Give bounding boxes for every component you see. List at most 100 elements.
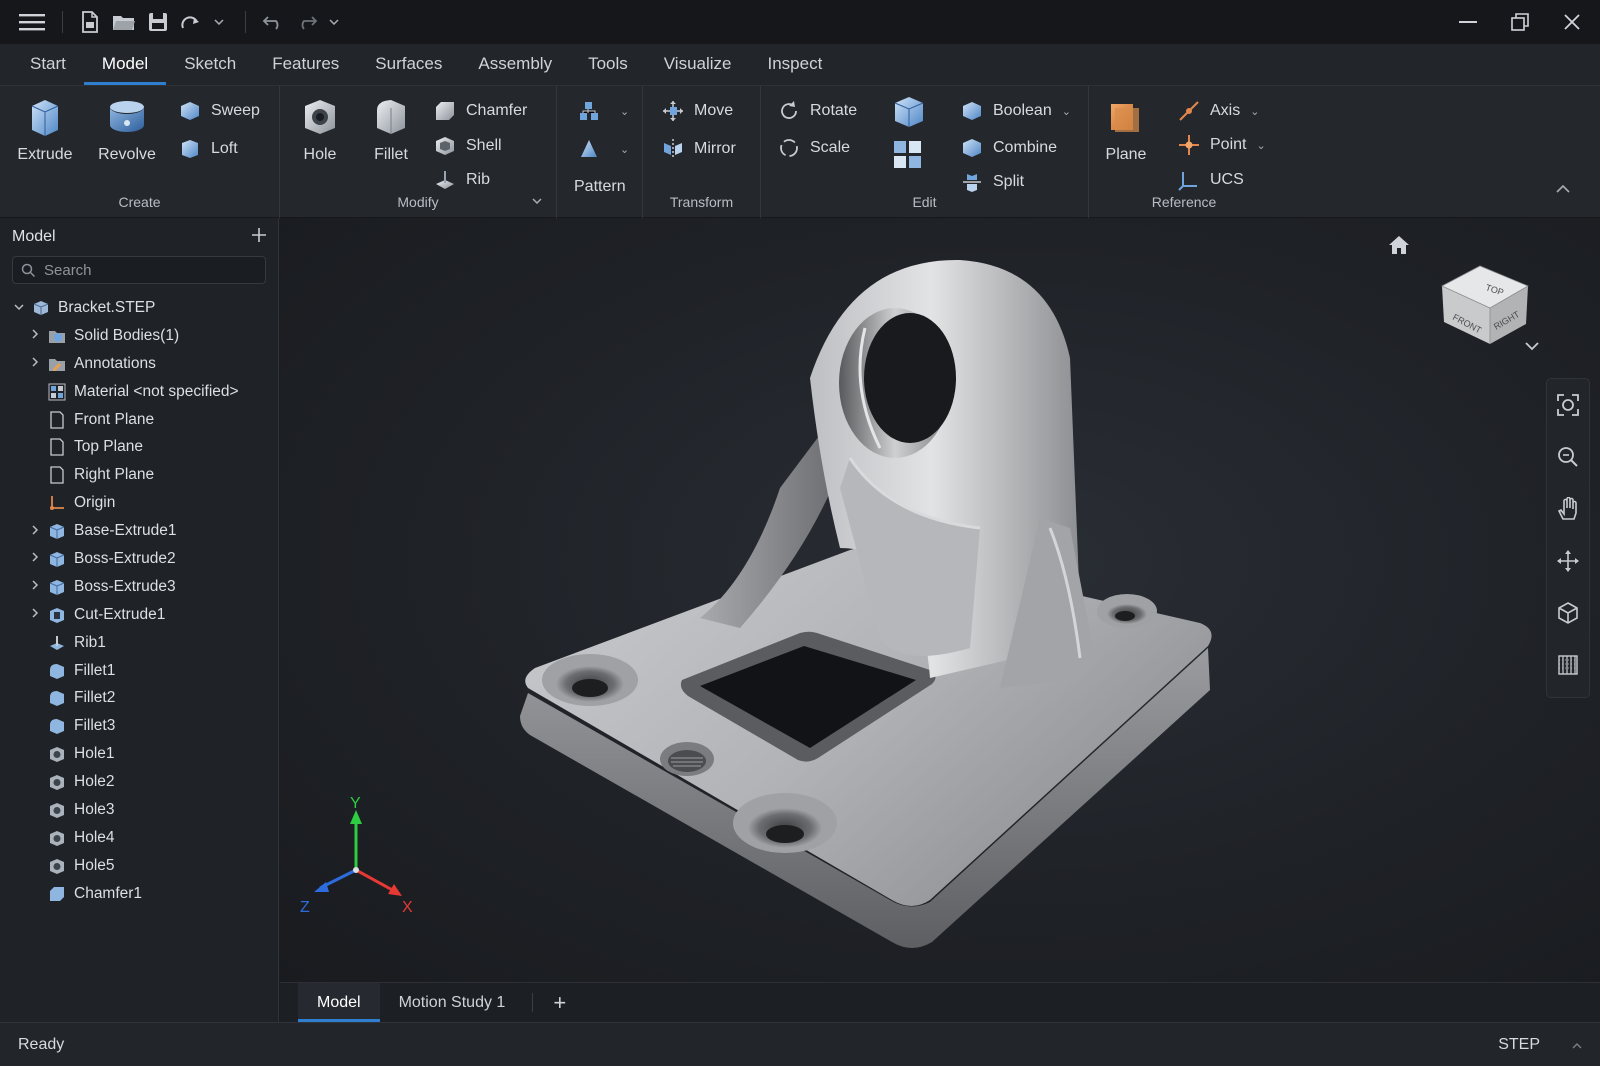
tree-item[interactable]: Base-Extrude1 <box>0 517 278 545</box>
tree-item[interactable]: Front Plane <box>0 406 278 434</box>
redo-icon[interactable] <box>290 7 324 37</box>
tab-sketch[interactable]: Sketch <box>166 43 254 85</box>
new-file-icon[interactable] <box>73 7 107 37</box>
close-button[interactable] <box>1546 0 1598 44</box>
loft-button[interactable]: Loft <box>178 134 238 164</box>
view-cube[interactable]: TOP FRONT RIGHT <box>1430 244 1530 344</box>
tree-item[interactable]: Hole5 <box>0 852 278 880</box>
tree-item[interactable]: Hole2 <box>0 768 278 796</box>
combine-button[interactable]: Combine <box>960 133 1057 163</box>
chevron-right-icon[interactable] <box>28 357 42 370</box>
pan-hand-icon[interactable] <box>1547 483 1589 535</box>
circular-pattern-button[interactable]: ⌄ <box>577 134 629 164</box>
split-button[interactable]: Split <box>960 167 1024 197</box>
linear-pattern-button[interactable]: ⌄ <box>577 96 629 126</box>
section-view-icon[interactable] <box>1547 639 1589 691</box>
chevron-right-icon[interactable] <box>28 580 42 593</box>
tree-item[interactable]: Material <not specified> <box>0 378 278 406</box>
tree-item-label: Boss-Extrude3 <box>74 577 176 595</box>
redo-shape-icon[interactable] <box>175 7 209 37</box>
chevron-right-icon[interactable] <box>28 552 42 565</box>
chevron-down-icon[interactable] <box>12 302 26 314</box>
shell-button[interactable]: Shell <box>433 131 502 161</box>
doc-tab-motion-study[interactable]: Motion Study 1 <box>380 983 525 1022</box>
tree-item[interactable]: Hole4 <box>0 824 278 852</box>
chevron-down-icon[interactable]: ⌄ <box>1256 139 1265 152</box>
chevron-down-icon[interactable] <box>324 7 344 37</box>
tree-item[interactable]: Fillet3 <box>0 712 278 740</box>
tab-inspect[interactable]: Inspect <box>750 43 841 85</box>
search-input[interactable]: Search <box>12 256 266 284</box>
chevron-right-icon[interactable] <box>28 525 42 538</box>
extrude-button[interactable]: Extrude <box>8 92 82 172</box>
collapse-ribbon-chevron-icon[interactable] <box>1556 180 1570 197</box>
transform-body-button[interactable] <box>891 94 927 130</box>
grid-layout-button[interactable] <box>893 140 925 172</box>
tab-start[interactable]: Start <box>12 43 84 85</box>
home-view-icon[interactable] <box>1388 234 1410 260</box>
tab-visualize[interactable]: Visualize <box>646 43 750 85</box>
chevron-right-icon[interactable] <box>28 329 42 342</box>
view-orientation-cube-icon[interactable] <box>1547 587 1589 639</box>
plane-button[interactable]: Plane <box>1089 92 1163 172</box>
doc-tab-model[interactable]: Model <box>298 983 380 1022</box>
zoom-icon[interactable] <box>1547 431 1589 483</box>
restore-button[interactable] <box>1494 0 1546 44</box>
tab-surfaces[interactable]: Surfaces <box>357 43 460 85</box>
menu-icon[interactable] <box>12 7 52 37</box>
tree-item[interactable]: Origin <box>0 489 278 517</box>
combine-icon <box>963 139 981 157</box>
tree-item[interactable]: Chamfer1 <box>0 880 278 908</box>
group-expand-chevron-icon[interactable] <box>532 191 542 208</box>
tab-tools[interactable]: Tools <box>570 43 646 85</box>
move-button[interactable]: Move <box>661 96 733 126</box>
tree-item[interactable]: Top Plane <box>0 433 278 461</box>
tree-item[interactable]: Cut-Extrude1 <box>0 601 278 629</box>
status-chevron-up-icon[interactable] <box>1572 1036 1582 1054</box>
scale-button[interactable]: Scale <box>777 133 850 163</box>
open-folder-icon[interactable] <box>107 7 141 37</box>
pattern-label[interactable]: Pattern <box>574 172 626 202</box>
save-icon[interactable] <box>141 7 175 37</box>
rib-button[interactable]: Rib <box>433 165 490 195</box>
revolve-button[interactable]: Revolve <box>90 92 164 172</box>
ucs-button[interactable]: UCS <box>1177 165 1244 195</box>
view-cube-menu-chevron-icon[interactable] <box>1525 338 1539 355</box>
tree-item[interactable]: Bracket.STEP <box>0 294 278 322</box>
fillet-button[interactable]: Fillet <box>354 92 428 172</box>
move-view-icon[interactable] <box>1547 535 1589 587</box>
tree-item[interactable]: Boss-Extrude3 <box>0 573 278 601</box>
add-tab-button[interactable]: + <box>541 983 578 1022</box>
3d-viewport[interactable]: TOP FRONT RIGHT Y X Z <box>280 218 1600 982</box>
tab-features[interactable]: Features <box>254 43 357 85</box>
chevron-down-icon[interactable]: ⌄ <box>620 143 629 156</box>
add-icon[interactable] <box>252 227 266 247</box>
tab-assembly[interactable]: Assembly <box>460 43 570 85</box>
zoom-fit-icon[interactable] <box>1547 379 1589 431</box>
tree-item[interactable]: Right Plane <box>0 461 278 489</box>
minimize-button[interactable] <box>1442 0 1494 44</box>
axis-button[interactable]: Axis ⌄ <box>1177 96 1259 126</box>
sweep-button[interactable]: Sweep <box>178 96 260 126</box>
hole-button[interactable]: Hole <box>283 92 357 172</box>
chevron-down-icon[interactable] <box>209 7 229 37</box>
tree-item[interactable]: Solid Bodies(1) <box>0 322 278 350</box>
mirror-button[interactable]: Mirror <box>661 134 736 164</box>
chevron-down-icon[interactable]: ⌄ <box>1062 105 1071 118</box>
tree-item[interactable]: Fillet1 <box>0 657 278 685</box>
tree-item[interactable]: Boss-Extrude2 <box>0 545 278 573</box>
chevron-right-icon[interactable] <box>28 608 42 621</box>
tree-item[interactable]: Annotations <box>0 350 278 378</box>
point-button[interactable]: Point ⌄ <box>1177 130 1266 160</box>
undo-icon[interactable] <box>256 7 290 37</box>
tree-item[interactable]: Fillet2 <box>0 684 278 712</box>
tree-item[interactable]: Hole3 <box>0 796 278 824</box>
chevron-down-icon[interactable]: ⌄ <box>1250 105 1259 118</box>
tree-item[interactable]: Rib1 <box>0 629 278 657</box>
boolean-button[interactable]: Boolean ⌄ <box>960 96 1071 126</box>
tab-model[interactable]: Model <box>83 43 167 85</box>
chevron-down-icon[interactable]: ⌄ <box>620 105 629 118</box>
chamfer-button[interactable]: Chamfer <box>433 96 527 126</box>
rotate-button[interactable]: Rotate <box>777 96 857 126</box>
tree-item[interactable]: Hole1 <box>0 740 278 768</box>
